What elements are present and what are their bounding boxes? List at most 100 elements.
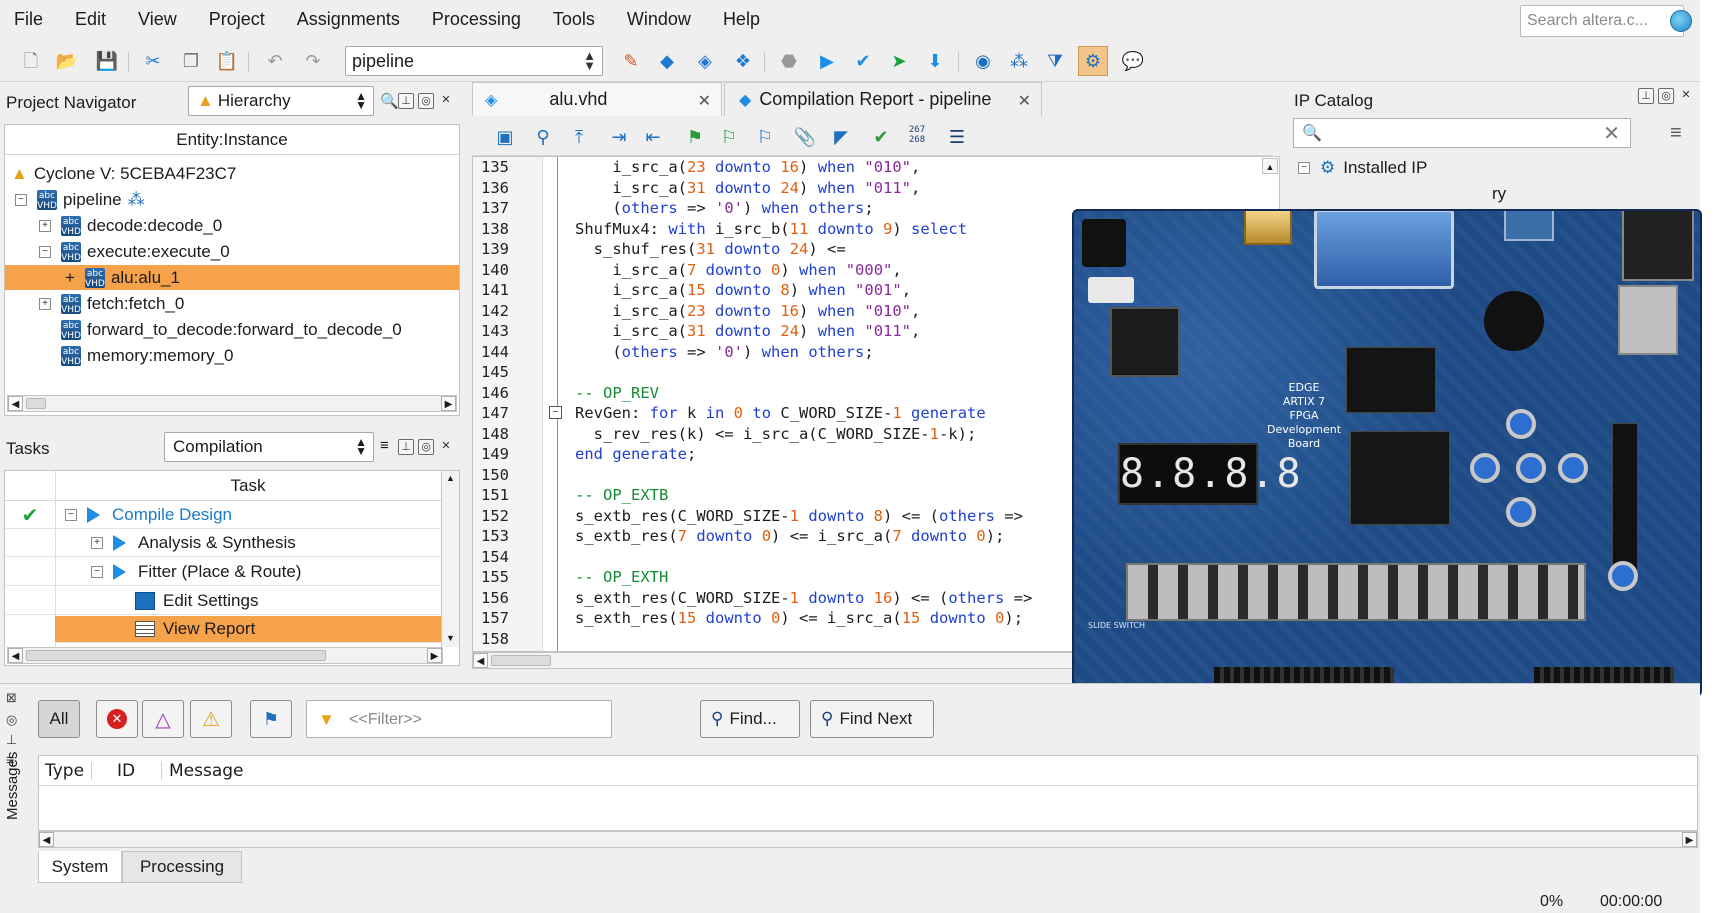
- find-next-button[interactable]: ⚲ Find Next: [810, 700, 934, 738]
- task-flow-select[interactable]: Compilation ▲ ▼: [164, 432, 374, 462]
- wrap-icon[interactable]: ☰: [946, 126, 968, 148]
- id-column-header[interactable]: ID: [117, 756, 135, 786]
- ip-installed-row[interactable]: − ⚙ Installed IP: [1298, 155, 1427, 180]
- menu-project[interactable]: Project: [209, 9, 265, 30]
- tree-row-fetch[interactable]: + abc VHD fetch:fetch_0: [39, 291, 184, 316]
- scroll-left-icon[interactable]: ◀: [473, 653, 488, 668]
- new-file-icon[interactable]: 🗋: [20, 50, 42, 72]
- horizontal-scrollbar[interactable]: ◀ ▶: [7, 647, 443, 664]
- scroll-right-icon[interactable]: ▶: [441, 396, 456, 411]
- syntax-check-icon[interactable]: ✔: [870, 126, 892, 148]
- copy-icon[interactable]: ❐: [180, 50, 202, 72]
- menu-edit[interactable]: Edit: [75, 9, 106, 30]
- pin-planner-icon[interactable]: ◈: [694, 50, 716, 72]
- scroll-thumb[interactable]: [26, 650, 326, 661]
- tree-row-decode[interactable]: + abc VHD decode:decode_0: [39, 213, 222, 238]
- list-icon[interactable]: ≡: [380, 437, 389, 454]
- close-icon[interactable]: ✕: [1678, 88, 1694, 104]
- play-icon[interactable]: [113, 564, 126, 580]
- collapse-icon[interactable]: −: [39, 245, 51, 258]
- scroll-right-icon[interactable]: ▶: [427, 648, 442, 663]
- float-icon[interactable]: ◎: [418, 439, 434, 455]
- find-button[interactable]: ⚲ Find...: [700, 700, 800, 738]
- task-row-fitter[interactable]: − Fitter (Place & Route): [5, 559, 451, 586]
- assignment-editor-icon[interactable]: ◆: [656, 50, 678, 72]
- close-icon[interactable]: ⊠: [6, 690, 24, 705]
- close-tab-icon[interactable]: ✕: [698, 91, 711, 111]
- start-compilation-icon[interactable]: ▶: [816, 50, 838, 72]
- menu-assignments[interactable]: Assignments: [297, 9, 400, 30]
- goto-icon[interactable]: ⤒: [568, 126, 590, 148]
- attach-icon[interactable]: 📎: [794, 126, 816, 148]
- float-icon[interactable]: ◎: [1658, 88, 1674, 104]
- task-row-edit-settings[interactable]: Edit Settings: [5, 588, 451, 615]
- indent-icon[interactable]: ⇥: [608, 126, 630, 148]
- collapse-icon[interactable]: −: [15, 193, 27, 206]
- scroll-up-icon[interactable]: ▲: [443, 471, 458, 486]
- scroll-thumb[interactable]: [491, 655, 551, 666]
- scroll-left-icon[interactable]: ◀: [8, 396, 23, 411]
- pin-icon[interactable]: ⊥: [398, 439, 414, 455]
- message-filter-input[interactable]: <<Filter>>: [306, 700, 612, 738]
- play-icon[interactable]: [87, 507, 100, 523]
- netlist-viewer-icon[interactable]: ⁂: [1008, 50, 1030, 72]
- outdent-icon[interactable]: ⇤: [642, 126, 664, 148]
- chip-planner-icon[interactable]: ❖: [732, 50, 754, 72]
- menu-processing[interactable]: Processing: [432, 9, 521, 30]
- next-bookmark-icon[interactable]: ⚐: [718, 126, 740, 148]
- assembler-icon[interactable]: ⬇: [924, 50, 946, 72]
- hierarchy-view-icon[interactable]: ▣: [494, 126, 516, 148]
- filter-info-button[interactable]: ⚑: [250, 700, 292, 738]
- expand-icon[interactable]: +: [65, 268, 75, 288]
- save-icon[interactable]: 💾: [96, 50, 118, 72]
- scroll-up-icon[interactable]: ▲: [1262, 158, 1278, 174]
- tab-compilation-report[interactable]: ◆ Compilation Report - pipeline ✕: [724, 82, 1042, 116]
- close-icon[interactable]: ✕: [438, 439, 454, 455]
- tree-row-execute[interactable]: − abc VHD execute:execute_0: [39, 239, 230, 264]
- message-horizontal-scrollbar[interactable]: ◀ ▶: [38, 831, 1698, 848]
- timing-analyzer-icon[interactable]: ◉: [972, 50, 994, 72]
- expand-icon[interactable]: +: [39, 297, 51, 310]
- undo-icon[interactable]: ↶: [264, 50, 286, 72]
- task-row-analysis[interactable]: + Analysis & Synthesis: [5, 530, 451, 557]
- task-row-compile[interactable]: ✔ − Compile Design: [5, 502, 451, 529]
- search-icon[interactable]: 🔍: [380, 92, 399, 110]
- pin-icon[interactable]: ⊥: [6, 732, 24, 747]
- search-input[interactable]: Search altera.c...: [1520, 5, 1684, 37]
- tab-processing[interactable]: Processing: [122, 851, 242, 883]
- redo-icon[interactable]: ↷: [302, 50, 324, 72]
- find-icon[interactable]: ⚲: [532, 126, 554, 148]
- revision-select[interactable]: pipeline ▲ ▼: [345, 46, 603, 76]
- tree-row-pipeline[interactable]: − abc VHD pipeline ⁂: [15, 187, 145, 212]
- expand-icon[interactable]: +: [39, 219, 51, 232]
- ip-search-input[interactable]: 🔍 ✕: [1293, 118, 1631, 148]
- tree-row-forward-to-decode[interactable]: abc VHD forward_to_decode:forward_to_deco…: [61, 317, 402, 342]
- filter-warning-button[interactable]: ⚠: [190, 700, 232, 738]
- menu-icon[interactable]: ≡: [1670, 122, 1682, 145]
- filter-error-button[interactable]: ✕: [96, 700, 138, 738]
- scroll-left-icon[interactable]: ◀: [8, 648, 23, 663]
- menu-tools[interactable]: Tools: [553, 9, 595, 30]
- clear-icon[interactable]: ✕: [1603, 121, 1620, 146]
- tab-system[interactable]: System: [38, 851, 122, 883]
- fold-icon[interactable]: −: [549, 406, 562, 419]
- block-comment-icon[interactable]: ◤: [830, 126, 852, 148]
- float-icon[interactable]: ◎: [418, 93, 434, 109]
- cut-icon[interactable]: ✂: [142, 50, 164, 72]
- message-column-header[interactable]: Message: [169, 756, 244, 786]
- collapse-icon[interactable]: −: [91, 566, 103, 578]
- close-icon[interactable]: ✕: [438, 93, 454, 109]
- programmer-icon[interactable]: ⧩: [1044, 50, 1066, 72]
- prev-bookmark-icon[interactable]: ⚐: [754, 126, 776, 148]
- menu-help[interactable]: Help: [723, 9, 760, 30]
- line-numbers-icon[interactable]: 267 268: [906, 124, 928, 146]
- scroll-left-icon[interactable]: ◀: [39, 832, 54, 847]
- type-column-header[interactable]: Type: [45, 756, 84, 786]
- menu-file[interactable]: File: [14, 9, 43, 30]
- navigator-view-select[interactable]: ▲ Hierarchy ▲ ▼: [188, 86, 374, 116]
- menu-view[interactable]: View: [138, 9, 177, 30]
- menu-window[interactable]: Window: [627, 9, 691, 30]
- pin-icon[interactable]: ⊥: [398, 93, 414, 109]
- analysis-icon[interactable]: ✔: [852, 50, 874, 72]
- device-row[interactable]: ▲ Cyclone V: 5CEBA4F23C7: [11, 161, 236, 186]
